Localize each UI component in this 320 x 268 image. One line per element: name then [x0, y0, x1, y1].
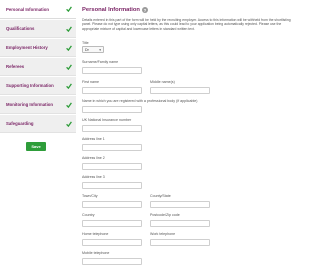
address-line-3-field[interactable] — [82, 182, 142, 189]
sidebar-item-label: Safeguarding — [6, 121, 34, 126]
checkmark-icon — [66, 83, 72, 89]
title-label: Title — [82, 41, 89, 45]
country-field[interactable] — [82, 220, 142, 227]
sidebar-item-referees[interactable]: Referees — [0, 58, 76, 76]
checkmark-icon — [66, 45, 72, 51]
town-city-label: Town/City — [82, 194, 98, 198]
checkmark-icon — [66, 121, 72, 127]
address-line-1-field[interactable] — [82, 144, 142, 151]
work-telephone-label: Work telephone — [150, 232, 176, 236]
sidebar-item-label: Supporting Information — [6, 83, 54, 88]
professional-name-field[interactable] — [82, 106, 142, 113]
sidebar-item-personal-information[interactable]: Personal Information — [0, 0, 76, 19]
title-select-value: Dr — [85, 47, 89, 52]
first-name-field[interactable] — [82, 87, 142, 94]
section-sidebar: Personal Information Qualifications Empl… — [0, 0, 76, 268]
home-telephone-field[interactable] — [82, 239, 142, 246]
home-telephone-label: Home telephone — [82, 232, 109, 236]
sidebar-item-qualifications[interactable]: Qualifications — [0, 20, 76, 38]
country-label: Country — [82, 213, 95, 217]
sidebar-item-supporting-information[interactable]: Supporting Information — [0, 77, 76, 95]
address-line-2-label: Address line 2 — [82, 156, 105, 160]
address-line-2-field[interactable] — [82, 163, 142, 170]
checkmark-icon — [66, 6, 72, 12]
mobile-telephone-label: Mobile telephone — [82, 251, 110, 255]
professional-name-label: Name in which you are registered with a … — [82, 99, 198, 103]
middle-name-label: Middle name(s) — [150, 80, 175, 84]
work-telephone-field[interactable] — [150, 239, 210, 246]
county-state-label: County/State — [150, 194, 171, 198]
postcode-label: Postcode/Zip code — [150, 213, 180, 217]
sidebar-item-label: Monitoring Information — [6, 102, 54, 107]
checkmark-icon — [66, 64, 72, 70]
page-title: Personal Information — [82, 7, 140, 13]
intro-text: Details entered in this part of the form… — [82, 18, 291, 31]
county-state-field[interactable] — [150, 201, 210, 208]
address-line-1-label: Address line 1 — [82, 137, 105, 141]
sidebar-item-label: Referees — [6, 64, 25, 69]
help-icon[interactable]: ? — [141, 7, 148, 13]
chevron-down-icon: ▾ — [99, 47, 101, 52]
sidebar-item-label: Qualifications — [6, 26, 35, 31]
postcode-field[interactable] — [150, 220, 210, 227]
sidebar-item-label: Employment History — [6, 45, 48, 50]
save-button[interactable]: Save — [26, 142, 46, 151]
personal-information-form: Personal Information ? Details entered i… — [82, 0, 296, 268]
sidebar-item-monitoring-information[interactable]: Monitoring Information — [0, 96, 76, 114]
address-line-3-label: Address line 3 — [82, 175, 105, 179]
ni-number-field[interactable] — [82, 125, 142, 132]
sidebar-item-label: Personal Information — [6, 6, 49, 12]
title-select[interactable]: Dr ▾ — [82, 46, 104, 53]
middle-name-field[interactable] — [150, 87, 210, 94]
sidebar-item-employment-history[interactable]: Employment History — [0, 39, 76, 57]
checkmark-icon — [66, 26, 72, 32]
town-city-field[interactable] — [82, 201, 142, 208]
first-name-label: First name — [82, 80, 99, 84]
mobile-telephone-field[interactable] — [82, 258, 142, 265]
surname-label: Surname/Family name — [82, 60, 119, 64]
form-header: Personal Information ? — [82, 7, 148, 13]
ni-number-label: UK National Insurance number — [82, 118, 132, 122]
checkmark-icon — [66, 102, 72, 108]
surname-field[interactable] — [82, 67, 142, 74]
sidebar-item-safeguarding[interactable]: Safeguarding — [0, 115, 76, 133]
